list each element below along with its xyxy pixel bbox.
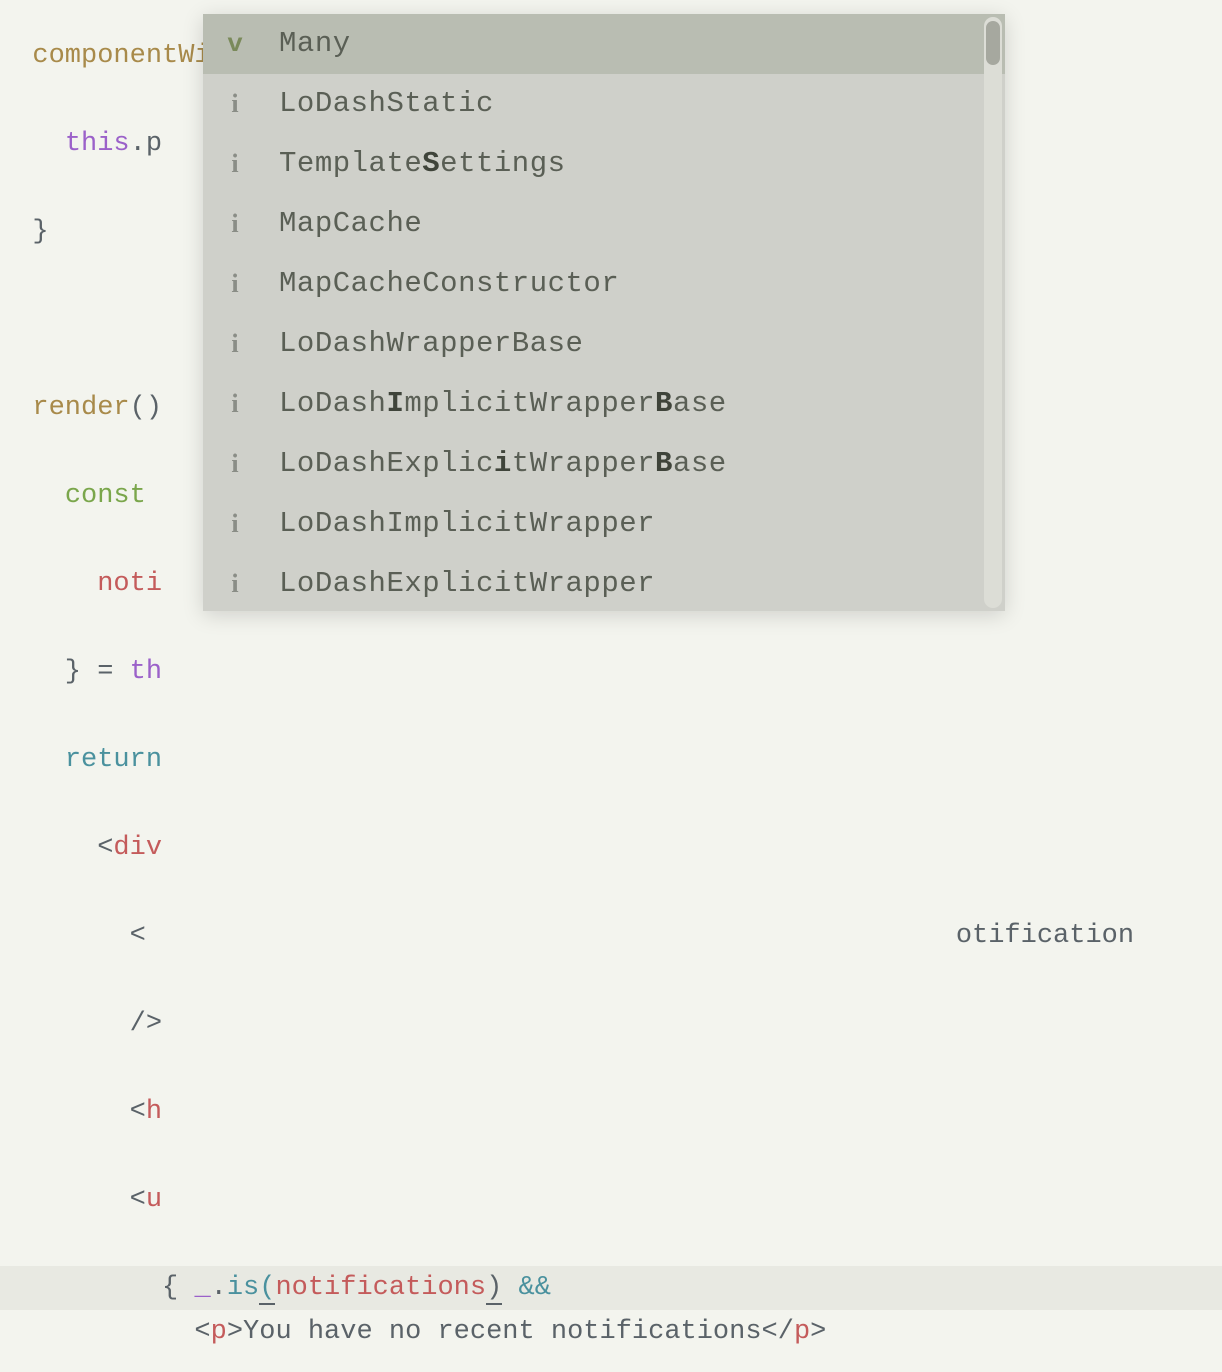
code-token: otification [956,921,1134,951]
interface-icon: i [215,142,255,186]
code-token: ( [259,1273,275,1305]
suggestion-label: Many [255,22,351,66]
code-token: > [227,1317,243,1347]
code-token: p [794,1317,810,1347]
code-token: h [146,1097,162,1127]
code-token: < [0,1097,146,1127]
code-token: You have no recent notifications [243,1317,761,1347]
suggestion-label: LoDashImplicitWrapper [255,502,655,546]
suggestion-label: TemplateSettings [255,142,566,186]
code-token: th [130,657,162,687]
suggestion-label: LoDashExplicitWrapperBase [255,442,727,486]
code-token: div [113,833,162,863]
suggestion-item[interactable]: iLoDashStatic [203,74,1005,134]
suggestion-item[interactable]: iLoDashWrapperBase [203,314,1005,374]
interface-icon: i [215,562,255,606]
code-token: /> [0,1009,162,1039]
suggestion-item[interactable]: iLoDashExplicitWrapperBase [203,434,1005,494]
code-token: } = [0,657,130,687]
code-token: .p [130,129,162,159]
suggestion-item[interactable]: iLoDashImplicitWrapper [203,494,1005,554]
code-token: { [0,1273,194,1303]
suggestion-item[interactable]: iTemplateSettings [203,134,1005,194]
code-token [0,129,65,159]
code-token [0,481,65,511]
suggestion-label: MapCacheConstructor [255,262,619,306]
code-token [0,745,65,775]
suggestion-label: MapCache [255,202,422,246]
code-token: return [65,745,162,775]
code-token: this [65,129,130,159]
interface-icon: i [215,262,255,306]
code-token: noti [0,569,162,599]
code-token: && [502,1273,551,1303]
interface-icon: i [215,82,255,126]
scrollbar[interactable] [984,17,1002,608]
code-token: () [130,393,162,423]
suggestion-item[interactable]: iMapCacheConstructor [203,254,1005,314]
interface-icon: i [215,382,255,426]
suggestion-item[interactable]: vMany [203,14,1005,74]
active-line: { _.is(notifications) && [0,1266,1222,1310]
interface-icon: i [215,502,255,546]
variable-icon: v [215,22,255,66]
suggestion-item[interactable]: iLoDashExplicitWrapper [203,554,1005,611]
suggestion-label: LoDashImplicitWrapperBase [255,382,727,426]
code-token: < [0,833,113,863]
suggestion-item[interactable]: iMapCache [203,194,1005,254]
code-token: > [810,1317,826,1347]
code-token: is [227,1273,259,1303]
code-token: p [211,1317,227,1347]
code-token: ) [486,1273,502,1305]
code-token: < [0,921,146,951]
code-token: u [146,1185,162,1215]
code-token: _ [194,1273,210,1303]
interface-icon: i [215,202,255,246]
code-token: notifications [275,1273,486,1303]
code-token: < [0,1185,146,1215]
interface-icon: i [215,442,255,486]
code-token: render [0,393,130,423]
code-token: const [65,481,146,511]
suggestion-label: LoDashWrapperBase [255,322,583,366]
code-token: </ [762,1317,794,1347]
suggestion-label: LoDashStatic [255,82,494,126]
code-token: < [0,1317,211,1347]
suggestion-item[interactable]: iLoDashImplicitWrapperBase [203,374,1005,434]
interface-icon: i [215,322,255,366]
suggestion-label: LoDashExplicitWrapper [255,562,655,606]
scrollbar-thumb[interactable] [986,21,1000,65]
code-token: . [211,1273,227,1303]
code-token: } [0,217,49,247]
autocomplete-popup[interactable]: vManyiLoDashStaticiTemplateSettingsiMapC… [203,14,1005,611]
